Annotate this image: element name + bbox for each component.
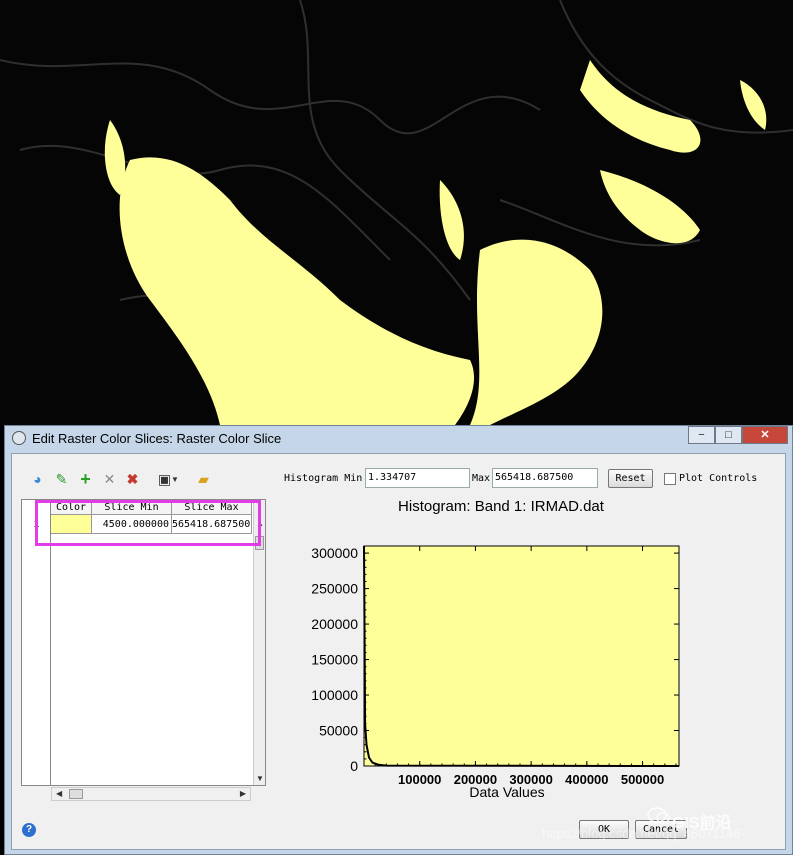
chart-title: Histogram: Band 1: IRMAD.dat: [398, 498, 605, 515]
y-tick-label: 200000: [311, 616, 358, 632]
help-icon[interactable]: ?: [22, 823, 36, 837]
histogram-min-label: Histogram Min: [284, 473, 363, 484]
watermark-url: https://blog.csdn.net/qq_46071146: [542, 826, 741, 841]
reset-button[interactable]: Reset: [608, 469, 653, 488]
histogram-max-label: Max: [472, 473, 491, 484]
x-axis-label: Data Values: [469, 784, 544, 799]
raster-image: [0, 0, 793, 426]
delete-icon[interactable]: ✕: [101, 471, 118, 488]
y-tick-label: 50000: [319, 723, 358, 739]
title-bar[interactable]: Edit Raster Color Slices: Raster Color S…: [5, 426, 792, 451]
delete-all-icon[interactable]: ✖: [124, 471, 141, 488]
y-tick-label: 100000: [311, 687, 358, 703]
scroll-left-icon[interactable]: ◀: [56, 788, 62, 800]
x-tick-label: 500000: [621, 772, 664, 787]
histogram-chart[interactable]: Histogram: Band 1: IRMAD.dat 0 50000 10000…: [284, 494, 684, 799]
y-tick-label: 250000: [311, 581, 358, 597]
add-icon[interactable]: +: [77, 470, 94, 488]
horizontal-scroll-thumb[interactable]: [69, 789, 83, 799]
dropdown-arrow-icon[interactable]: ▼: [170, 471, 180, 488]
plot-area: 0 50000 100000 150000 200000 250000 300000 1000…: [311, 545, 680, 787]
horizontal-scrollbar[interactable]: ◀ ▶: [51, 787, 251, 801]
plot-controls-label[interactable]: Plot Controls: [679, 473, 757, 484]
highlight-annotation-box: [35, 500, 261, 546]
plot-controls-checkbox[interactable]: [664, 473, 676, 485]
edit-raster-color-slices-dialog: Edit Raster Color Slices: Raster Color S…: [4, 425, 793, 855]
wechat-logo-icon: [647, 807, 670, 824]
close-button[interactable]: ✕: [742, 426, 788, 444]
color-slice-fill: [364, 546, 679, 766]
scroll-right-icon[interactable]: ▶: [240, 788, 246, 800]
scroll-down-icon[interactable]: ▼: [256, 774, 264, 783]
minimize-button[interactable]: −: [688, 426, 715, 444]
x-tick-label: 400000: [565, 772, 608, 787]
color-wheel-icon[interactable]: ◕: [29, 471, 46, 488]
edit-palette-icon[interactable]: ✎: [53, 471, 70, 488]
dialog-client-area: ◕ ✎ + ✕ ✖ ▣ ▼ ▰ Color Slice Min Slice Ma…: [11, 453, 786, 850]
window-title: Edit Raster Color Slices: Raster Color S…: [32, 431, 282, 446]
y-tick-label: 150000: [311, 652, 358, 668]
x-tick-label: 100000: [398, 772, 441, 787]
raster-image-view: [0, 0, 793, 426]
histogram-min-input[interactable]: 1.334707: [365, 468, 470, 488]
histogram-max-input[interactable]: 565418.687500: [492, 468, 598, 488]
y-tick-label: 300000: [311, 545, 358, 561]
envi-app-icon: [12, 431, 26, 445]
open-folder-icon[interactable]: ▰: [195, 471, 212, 488]
maximize-button[interactable]: □: [715, 426, 742, 444]
y-tick-label: 0: [350, 758, 358, 774]
